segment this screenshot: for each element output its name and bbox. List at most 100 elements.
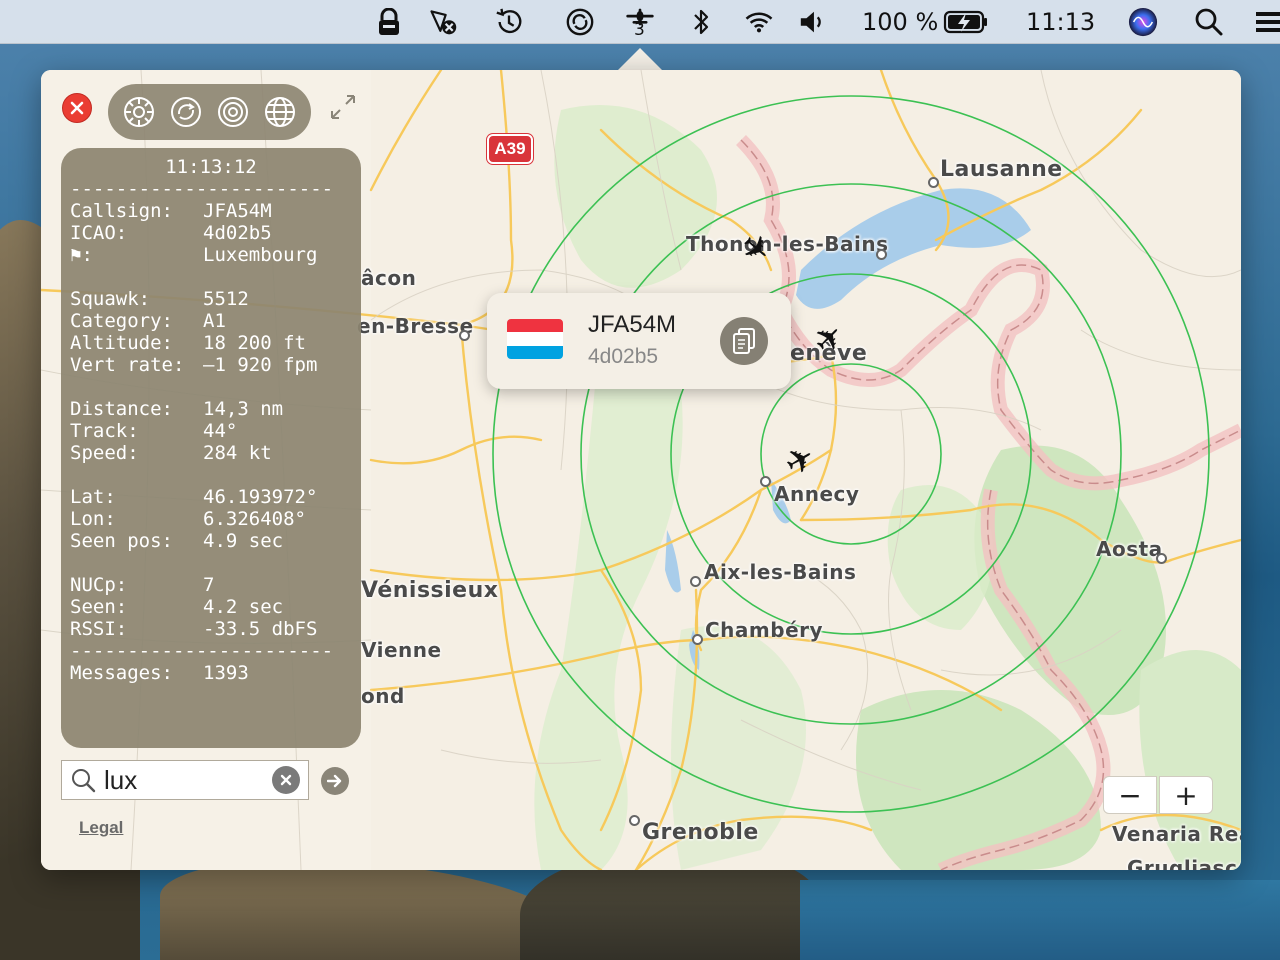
info-value: 5512 [203, 288, 249, 310]
info-key: Squawk: [70, 288, 151, 310]
road-sign-a39: A39 [487, 134, 533, 164]
search-go-button[interactable] [321, 767, 349, 795]
flight-tracker-icon[interactable] [428, 7, 458, 37]
sync-icon[interactable] [565, 7, 595, 37]
city-dot [690, 576, 701, 587]
info-key: Seen: [70, 596, 128, 618]
clear-search-button[interactable] [272, 766, 300, 794]
globe-icon [264, 97, 295, 127]
wifi-icon[interactable] [744, 7, 774, 37]
zoom-out-button[interactable]: − [1103, 776, 1157, 814]
city-label-thonon: Thonon-les-Bains [686, 232, 889, 256]
menubar-clock[interactable]: 11:13 [1026, 8, 1095, 36]
city-label-grenoble: Grenoble [642, 820, 759, 845]
flag-stripe [507, 319, 563, 333]
info-key: Lat: [70, 486, 116, 508]
siri-icon[interactable] [1128, 7, 1158, 37]
info-row: Seen: 4.2 sec [70, 596, 352, 618]
info-row: Category: A1 [70, 310, 352, 332]
info-row: Seen pos: 4.9 sec [70, 530, 352, 552]
info-row: Lon: 6.326408° [70, 508, 352, 530]
info-value: 284 kt [203, 442, 272, 464]
city-dot [459, 330, 470, 341]
copy-icon [733, 328, 755, 354]
city-dot [876, 249, 887, 260]
globe-button[interactable] [260, 92, 300, 132]
coastline-rock [160, 860, 580, 960]
info-key: Distance: [70, 398, 173, 420]
city-label-venissieux: Vénissieux [361, 578, 499, 603]
volume-icon[interactable] [798, 7, 828, 37]
info-value: 4d02b5 [203, 222, 272, 244]
city-dot [692, 634, 703, 645]
info-value: 14,3 nm [203, 398, 284, 420]
city-label-annecy: Annecy [774, 482, 860, 506]
info-value: 4.2 sec [203, 596, 284, 618]
info-key: Lon: [70, 508, 116, 530]
info-key: Seen pos: [70, 530, 173, 552]
info-key: Track: [70, 420, 139, 442]
info-row: Vert rate: –1 920 fpm [70, 354, 352, 376]
spotlight-icon[interactable] [1194, 7, 1224, 37]
city-label-vienne: Vienne [361, 638, 442, 662]
info-key: Altitude: [70, 332, 173, 354]
info-key: NUCp: [70, 574, 128, 596]
info-separator: ----------------------- [70, 178, 334, 200]
zoom-controls: − + [1103, 776, 1213, 816]
aircraft-info-panel: 11:13:12 ----------------------- Callsig… [61, 148, 361, 748]
info-row: Squawk: 5512 [70, 288, 352, 310]
info-separator: ----------------------- [70, 640, 334, 662]
city-label-roussillon: ond [361, 684, 405, 708]
callout-icao: 4d02b5 [588, 345, 659, 368]
aircraft-callout[interactable]: JFA54M 4d02b5 [487, 293, 791, 389]
info-value: 7 [203, 574, 215, 596]
info-value: 1393 [203, 662, 249, 684]
city-label-aix: Aix-les-Bains [704, 560, 857, 584]
menu-bar: 3 100 % 11:13 [0, 0, 1280, 44]
settings-icon [124, 97, 155, 127]
flight-radar-window: Lausanne Thonon-les-Bains âcon en-Bresse… [41, 70, 1241, 870]
time-machine-icon[interactable] [494, 7, 524, 37]
info-key: RSSI: [70, 618, 128, 640]
battery-percent: 100 % [862, 8, 939, 36]
city-dot [1156, 553, 1167, 564]
settings-button[interactable] [119, 92, 159, 132]
range-rings-button[interactable] [213, 92, 253, 132]
city-label-lausanne: Lausanne [940, 157, 1063, 182]
close-button[interactable] [62, 93, 92, 123]
info-row: Callsign: JFA54M [70, 200, 352, 222]
info-row: RSSI: -33.5 dbFS [70, 618, 352, 640]
clear-icon [280, 774, 292, 786]
info-value: 4.9 sec [203, 530, 284, 552]
info-row: NUCp: 7 [70, 574, 352, 596]
info-row: ⚑: Luxembourg [70, 244, 352, 266]
info-row: Track: 44° [70, 420, 352, 442]
control-center-icon[interactable] [1254, 7, 1280, 37]
battery-icon[interactable] [942, 7, 990, 37]
info-key: ICAO: [70, 222, 128, 244]
expand-icon[interactable] [328, 92, 358, 122]
info-value: 6.326408° [203, 508, 306, 530]
sync-button[interactable] [166, 92, 206, 132]
search-field[interactable]: lux [61, 760, 309, 800]
city-label-chambery: Chambéry [705, 618, 824, 642]
zoom-in-button[interactable]: + [1159, 776, 1213, 814]
lock-icon[interactable] [374, 7, 404, 37]
info-row: ICAO: 4d02b5 [70, 222, 352, 244]
search-input-value[interactable]: lux [104, 765, 272, 796]
info-row-messages: Messages: 1393 [70, 662, 352, 684]
legal-link[interactable]: Legal [79, 818, 123, 838]
city-dot [629, 815, 640, 826]
bluetooth-icon[interactable] [686, 7, 716, 37]
copy-button[interactable] [720, 317, 768, 365]
target-icon [217, 97, 248, 127]
info-value: -33.5 dbFS [203, 618, 318, 640]
sync-icon [171, 97, 202, 127]
popover-arrow [616, 48, 664, 72]
search-icon [72, 769, 96, 793]
arrow-right-icon [327, 774, 342, 788]
info-value: 46.193972° [203, 486, 318, 508]
callout-callsign: JFA54M [588, 311, 677, 338]
info-key: Category: [70, 310, 173, 332]
info-key: Callsign: [70, 200, 173, 222]
